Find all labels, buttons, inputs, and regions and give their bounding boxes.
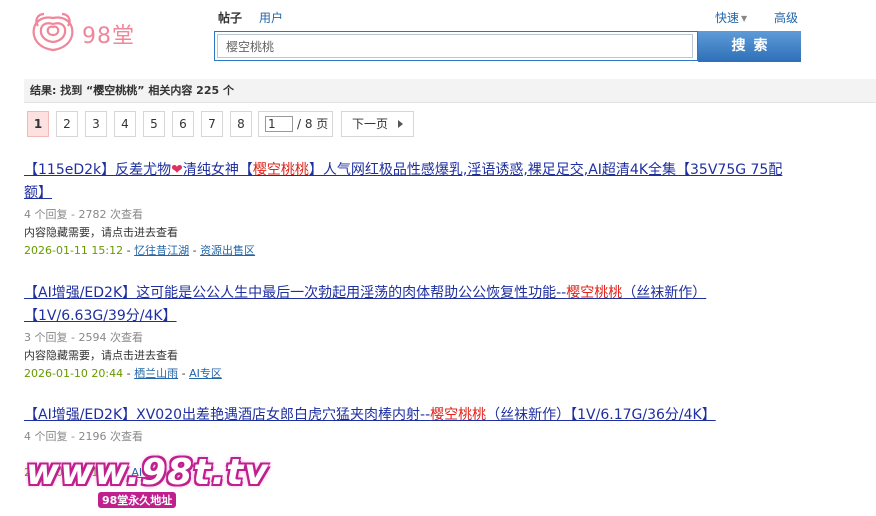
page-total: / 8 页 [297, 117, 329, 131]
hidden-content-note: 内容隐藏需要，请点击进去查看 [24, 226, 178, 239]
result-stats: 4 个回复 - 2196 次查看 [24, 430, 143, 443]
result-title-highlight: 樱空桃桃 [430, 407, 487, 423]
page-2[interactable]: 2 [56, 111, 78, 137]
result-summary: 结果: 找到 “樱空桃桃” 相关内容 225 个 [24, 79, 876, 103]
next-page-label: 下一页 [352, 117, 389, 131]
result-forum-link[interactable]: AI专区 [189, 367, 222, 380]
quick-menu[interactable]: 快速 ▼ [715, 9, 747, 26]
site-logo[interactable]: 98堂 [28, 10, 148, 56]
result-date: 2026-01-11 15:12 [24, 244, 124, 257]
result-title-link[interactable]: 【AI增强/ED2K】XV020出差艳遇酒店女郎白虎穴猛夹肉棒内射--樱空桃桃（… [24, 404, 784, 427]
result-title-highlight: 樱空桃桃 [252, 162, 309, 178]
search-box [214, 31, 698, 61]
result-title-part: 【115eD2k】反差尤物 [24, 162, 172, 178]
next-page-button[interactable]: 下一页 [341, 111, 414, 137]
logo-text: 98堂 [82, 24, 135, 49]
advanced-search-link[interactable]: 高级 [774, 9, 798, 26]
search-result: 【AI增强/ED2K】这可能是公公人生中最后一次勃起用淫荡的肉体帮助公公恢复性功… [24, 282, 784, 383]
result-author-link[interactable]: 忆往昔江湖 [134, 244, 189, 257]
result-date: 2026-01-10 20:44 [24, 367, 124, 380]
page-7[interactable]: 7 [201, 111, 223, 137]
result-title-part: （丝袜新作）【1V/6.17G/36分/4K】 [486, 407, 716, 423]
search-button[interactable]: 搜索 [698, 31, 801, 62]
search-result: 【115eD2k】反差尤物❤清纯女神【樱空桃桃】人气网红极品性感爆乳,淫语诱惑,… [24, 159, 784, 260]
watermark-subtext: 98堂永久地址 [98, 492, 177, 508]
result-title-part: 清纯女神【 [182, 162, 253, 178]
page-4[interactable]: 4 [114, 111, 136, 137]
hidden-content-note: 内容隐藏需要，请点击进去查看 [24, 349, 178, 362]
result-title-part: 【AI增强/ED2K】这可能是公公人生中最后一次勃起用淫荡的肉体帮助公公恢复性功… [24, 285, 567, 301]
result-info: 2026-01-10 20:44 - 栖兰山雨 - AI专区 [24, 367, 222, 380]
arrow-right-icon [398, 120, 403, 128]
caret-down-icon: ▼ [741, 14, 748, 23]
rose-logo-icon [32, 12, 74, 52]
result-author-link[interactable]: 栖兰山雨 [134, 367, 178, 380]
tab-posts[interactable]: 帖子 [218, 9, 242, 26]
search-input[interactable] [217, 34, 693, 58]
result-title-highlight: 樱空桃桃 [566, 285, 623, 301]
result-title-link[interactable]: 【AI增强/ED2K】这可能是公公人生中最后一次勃起用淫荡的肉体帮助公公恢复性功… [24, 282, 784, 328]
quick-label: 快速 [715, 11, 740, 25]
result-info: 2026-01-11 15:12 - 忆往昔江湖 - 资源出售区 [24, 244, 256, 257]
page-5[interactable]: 5 [143, 111, 165, 137]
result-stats: 4 个回复 - 2782 次查看 [24, 208, 143, 221]
site-watermark: www.98t.tv 98堂永久地址 [26, 452, 268, 516]
tab-users[interactable]: 用户 [259, 9, 283, 26]
page-jump-input[interactable]: 1 [265, 116, 293, 132]
result-title-link[interactable]: 【115eD2k】反差尤物❤清纯女神【樱空桃桃】人气网红极品性感爆乳,淫语诱惑,… [24, 159, 784, 205]
result-stats: 3 个回复 - 2594 次查看 [24, 331, 143, 344]
page-jump: 1 / 8 页 [258, 111, 333, 137]
page-3[interactable]: 3 [85, 111, 107, 137]
page-8[interactable]: 8 [230, 111, 252, 137]
watermark-text: www.98t.tv [26, 452, 269, 493]
page-1[interactable]: 1 [27, 111, 49, 137]
heart-icon: ❤ [171, 162, 183, 178]
page-6[interactable]: 6 [172, 111, 194, 137]
result-forum-link[interactable]: 资源出售区 [200, 244, 255, 257]
result-title-part: 【AI增强/ED2K】XV020出差艳遇酒店女郎白虎穴猛夹肉棒内射-- [24, 407, 431, 423]
